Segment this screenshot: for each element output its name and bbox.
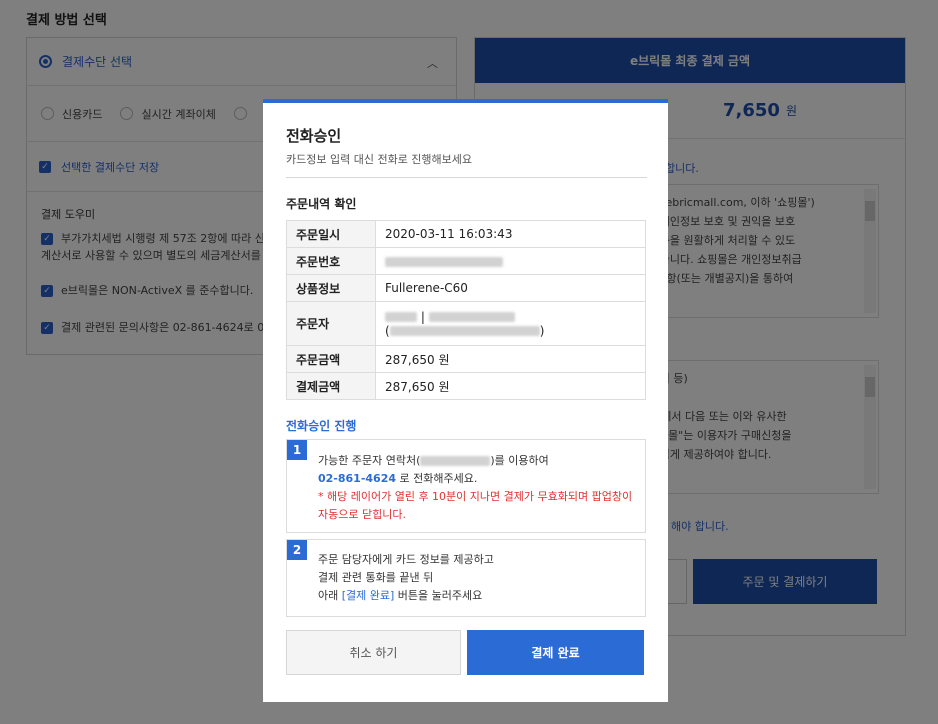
step-1-text: 가능한 주문자 연락처()를 이용하여 02-861-4624 로 전화해주세요… xyxy=(318,454,633,521)
table-row: 주문자 | () xyxy=(286,301,646,346)
phone-number: 02-861-4624 xyxy=(318,472,397,485)
step-1-box: 1 가능한 주문자 연락처()를 이용하여 02-861-4624 로 전화해주… xyxy=(286,439,646,533)
expiry-warning: * 해당 레이어가 열린 후 10분이 지나면 결제가 무효화되며 팝업창이 자… xyxy=(318,490,633,521)
step-2-text: 주문 담당자에게 카드 정보를 제공하고 결제 관련 통화를 끝낸 뒤 아래 [… xyxy=(318,553,494,602)
order-date-label: 주문일시 xyxy=(286,220,376,248)
complete-hint: [결제 완료] xyxy=(341,589,395,602)
table-row: 주문번호 xyxy=(286,247,646,275)
order-summary-table: 주문일시 2020-03-11 16:03:43 주문번호 상품정보 Fulle… xyxy=(286,220,646,400)
order-section-title: 주문내역 확인 xyxy=(286,197,357,211)
redacted-value xyxy=(428,312,515,322)
order-date-value: 2020-03-11 16:03:43 xyxy=(375,220,646,248)
orderer-label: 주문자 xyxy=(286,301,376,346)
orderer-value: | () xyxy=(375,301,646,346)
pay-amount-label: 결제금액 xyxy=(286,372,376,400)
table-row: 주문금액 287,650 원 xyxy=(286,345,646,373)
table-row: 주문일시 2020-03-11 16:03:43 xyxy=(286,220,646,248)
redacted-value xyxy=(385,312,417,322)
phone-approval-modal: 전화승인 카드정보 입력 대신 전화로 진행해보세요 주문내역 확인 주문일시 … xyxy=(263,99,668,702)
payment-complete-button[interactable]: 결제 완료 xyxy=(467,630,644,675)
step-2-box: 2 주문 담당자에게 카드 정보를 제공하고 결제 관련 통화를 끝낸 뒤 아래… xyxy=(286,539,646,617)
table-row: 상품정보 Fullerene-C60 xyxy=(286,274,646,302)
progress-section-title: 전화승인 진행 xyxy=(286,419,357,433)
order-number-value xyxy=(375,247,646,275)
redacted-value xyxy=(420,456,491,466)
product-value: Fullerene-C60 xyxy=(375,274,646,302)
modal-title: 전화승인 xyxy=(286,127,342,145)
order-number-label: 주문번호 xyxy=(286,247,376,275)
order-amount-label: 주문금액 xyxy=(286,345,376,373)
redacted-value xyxy=(389,326,540,336)
modal-subtitle: 카드정보 입력 대신 전화로 진행해보세요 xyxy=(286,153,473,166)
order-amount-value: 287,650 원 xyxy=(375,345,646,373)
redacted-value xyxy=(385,256,503,267)
table-row: 결제금액 287,650 원 xyxy=(286,372,646,400)
step-number-badge: 2 xyxy=(287,540,307,560)
cancel-button[interactable]: 취소 하기 xyxy=(286,630,461,675)
pay-amount-value: 287,650 원 xyxy=(375,372,646,400)
step-number-badge: 1 xyxy=(287,440,307,460)
product-label: 상품정보 xyxy=(286,274,376,302)
divider xyxy=(286,177,647,178)
